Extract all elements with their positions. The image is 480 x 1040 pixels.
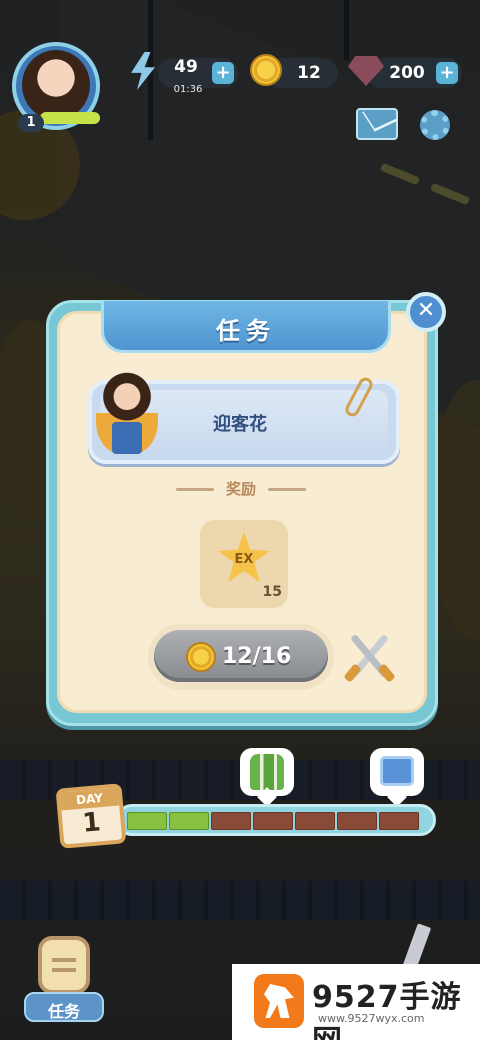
spatula-knife-icon — [343, 630, 396, 683]
gem-value: 200 — [389, 63, 425, 83]
level-badge: 1 — [18, 114, 44, 132]
customer-portrait — [96, 372, 158, 454]
reward-badge: EX — [234, 552, 254, 567]
progress-segment-empty — [337, 812, 377, 830]
coin-icon — [250, 54, 282, 86]
progress-segment-empty — [253, 812, 293, 830]
gear-icon[interactable] — [420, 110, 450, 140]
task-name: 迎客花 — [213, 414, 267, 435]
goal-bubble-box[interactable] — [370, 748, 424, 796]
tasks-button[interactable]: 任务 — [24, 928, 104, 1028]
watermark-url: www.9527wyx.com — [318, 1012, 425, 1025]
clipboard-icon — [38, 936, 90, 994]
add-gems-button[interactable]: + — [436, 62, 458, 84]
watermark: 9527手游网 www.9527wyx.com — [232, 964, 480, 1040]
energy-timer: 01:36 — [173, 84, 203, 95]
watermark-title: 9527手游网 — [312, 980, 462, 1040]
progress-segment-empty — [379, 812, 419, 830]
reward-amount: 15 — [262, 584, 282, 600]
progress-segment-empty — [211, 812, 251, 830]
add-energy-button[interactable]: + — [212, 62, 234, 84]
ornament-right — [268, 488, 306, 491]
progress-segment-done — [169, 812, 209, 830]
progress-count: 12/16 — [222, 644, 292, 669]
day-progress-segments — [127, 812, 419, 830]
day-progress-track — [116, 804, 436, 836]
progress-segment-done — [127, 812, 167, 830]
reward-header: 奖励 — [176, 478, 306, 502]
close-button[interactable]: ✕ — [406, 292, 446, 332]
blue-box-icon — [380, 756, 414, 786]
task-dialog-title: 任务 — [216, 317, 276, 345]
horse-logo-icon — [254, 974, 304, 1028]
avatar-portrait — [22, 50, 90, 120]
energy-value: 49 — [174, 57, 198, 77]
xp-bar — [40, 112, 100, 124]
goal-bubble-vegetable[interactable] — [240, 748, 294, 796]
coin-value: 12 — [297, 63, 321, 83]
scallion-icon — [250, 754, 284, 790]
progress-segment-empty — [295, 812, 335, 830]
tasks-button-label-bg: 任务 — [24, 992, 104, 1022]
coin-icon — [186, 642, 216, 672]
mail-icon[interactable] — [356, 108, 398, 140]
day-calendar: DAY 1 — [55, 783, 127, 849]
task-dialog-header: 任务 — [101, 301, 391, 353]
knife-handle — [377, 663, 396, 683]
tasks-button-label: 任务 — [47, 1002, 80, 1021]
day-number: 1 — [81, 807, 102, 839]
